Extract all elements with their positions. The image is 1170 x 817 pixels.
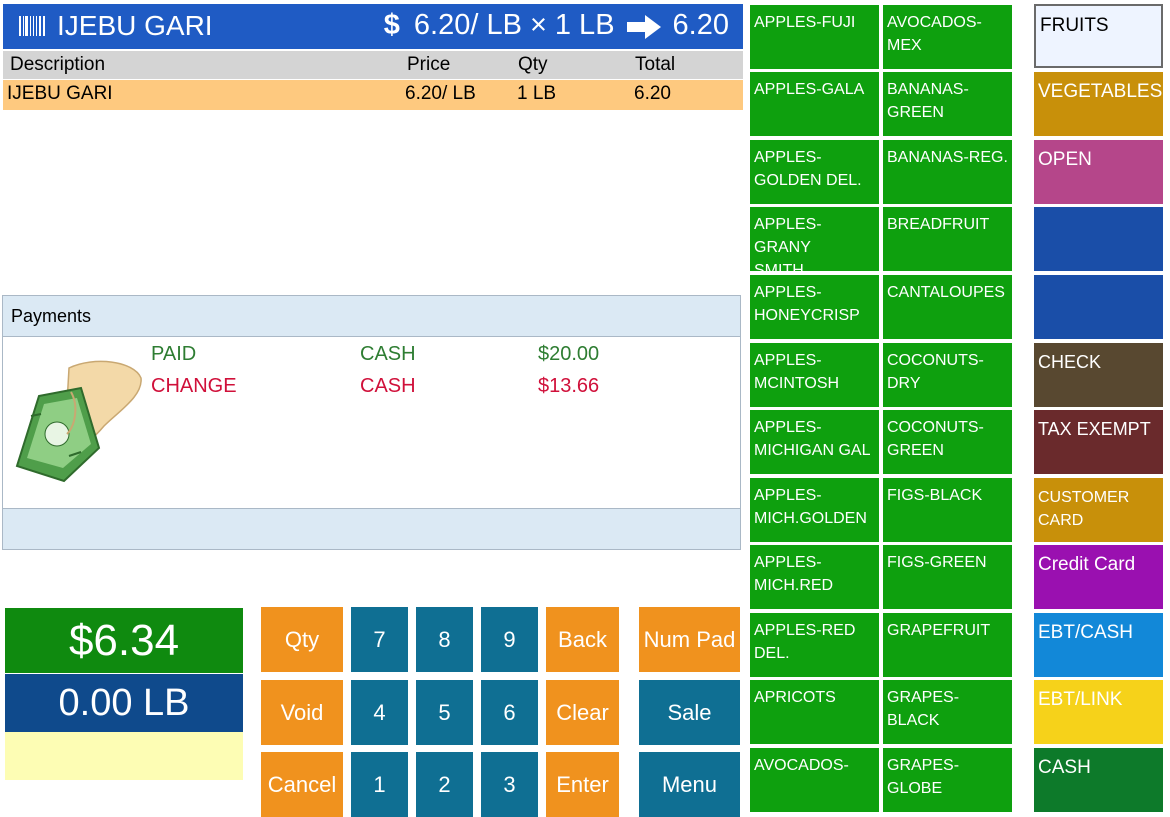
- key-2[interactable]: 2: [416, 752, 473, 817]
- ebt-link-button[interactable]: EBT/LINK: [1034, 680, 1163, 744]
- product-button[interactable]: AVOCADOS- MEX: [883, 5, 1012, 69]
- product-button[interactable]: APPLES- HONEYCRISP: [750, 275, 879, 339]
- barcode-icon: [19, 16, 45, 36]
- product-button[interactable]: GRAPES-BLACK: [883, 680, 1012, 744]
- key-6[interactable]: 6: [481, 680, 538, 745]
- product-button[interactable]: GRAPEFRUIT: [883, 613, 1012, 677]
- total-amount: $6.34: [5, 608, 243, 673]
- table-row[interactable]: IJEBU GARI 6.20/ LB 1 LB 6.20: [3, 80, 743, 110]
- product-button[interactable]: APPLES-GALA: [750, 72, 879, 136]
- payment-type: PAID: [151, 343, 197, 365]
- customer-card-button[interactable]: CUSTOMER CARD: [1034, 478, 1163, 542]
- payments-title: Payments: [11, 306, 92, 326]
- payments-panel: Payments PAID CASH $20.00 CHANGE CASH $1…: [2, 295, 741, 550]
- tax-exempt-button[interactable]: TAX EXEMPT: [1034, 410, 1163, 474]
- item-extended-price: 6.20: [672, 9, 729, 41]
- product-button[interactable]: APPLES- MICH.GOLDEN: [750, 478, 879, 542]
- category-vegetables[interactable]: VEGETABLES: [1034, 72, 1163, 136]
- unit-price: 6.20/ LB: [413, 9, 522, 41]
- key-4[interactable]: 4: [351, 680, 408, 745]
- payments-header: Payments: [3, 296, 740, 337]
- product-button[interactable]: APPLES-GRANY SMITH: [750, 207, 879, 279]
- product-button[interactable]: COCONUTS- DRY: [883, 343, 1012, 407]
- times-sign: ×: [529, 9, 547, 41]
- payment-method: CASH: [360, 343, 416, 365]
- check-button[interactable]: CHECK: [1034, 343, 1163, 407]
- sale-table-header: Description Price Qty Total: [3, 51, 743, 79]
- product-button[interactable]: COCONUTS- GREEN: [883, 410, 1012, 474]
- col-total: Total: [635, 54, 676, 75]
- payments-footer: [3, 508, 740, 549]
- current-item-name: IJEBU GARI: [57, 10, 213, 41]
- product-button[interactable]: AVOCADOS-: [750, 748, 879, 812]
- cancel-button[interactable]: Cancel: [261, 752, 343, 817]
- current-item-price-line: $ 6.20/ LB × 1 LB 6.20: [384, 9, 729, 42]
- key-5[interactable]: 5: [416, 680, 473, 745]
- cash-hand-icon: [15, 360, 142, 483]
- key-7[interactable]: 7: [351, 607, 408, 672]
- message-area: [5, 732, 243, 780]
- back-button[interactable]: Back: [546, 607, 619, 672]
- category-blank-2[interactable]: [1034, 275, 1163, 339]
- product-button[interactable]: GRAPES-GLOBE: [883, 748, 1012, 812]
- product-button[interactable]: APRICOTS: [750, 680, 879, 744]
- change-type: CHANGE: [151, 375, 237, 397]
- current-item-bar: IJEBU GARI $ 6.20/ LB × 1 LB 6.20: [3, 4, 743, 49]
- product-button[interactable]: BANANAS-REG.: [883, 140, 1012, 204]
- col-description: Description: [10, 54, 106, 75]
- product-button[interactable]: BANANAS- GREEN: [883, 72, 1012, 136]
- ebt-cash-button[interactable]: EBT/CASH: [1034, 613, 1163, 677]
- sale-button[interactable]: Sale: [639, 680, 740, 745]
- key-3[interactable]: 3: [481, 752, 538, 817]
- credit-card-button[interactable]: Credit Card: [1034, 545, 1163, 609]
- category-blank-1[interactable]: [1034, 207, 1163, 271]
- category-fruits[interactable]: FRUITS: [1034, 4, 1163, 68]
- product-button[interactable]: APPLES-FUJI: [750, 5, 879, 69]
- qty-button[interactable]: Qty: [261, 607, 343, 672]
- product-button[interactable]: CANTALOUPES: [883, 275, 1012, 339]
- arrow-right-icon: [626, 14, 661, 39]
- product-button[interactable]: APPLES- MICHIGAN GAL: [750, 410, 879, 474]
- clear-button[interactable]: Clear: [546, 680, 619, 745]
- payment-amount: $20.00: [538, 343, 600, 365]
- product-button[interactable]: FIGS-GREEN: [883, 545, 1012, 609]
- row-qty: 1 LB: [517, 83, 557, 104]
- menu-button[interactable]: Menu: [639, 752, 740, 817]
- row-price: 6.20/ LB: [405, 83, 476, 104]
- product-button[interactable]: BREADFRUIT: [883, 207, 1012, 271]
- product-button[interactable]: APPLES-RED DEL.: [750, 613, 879, 677]
- category-open[interactable]: OPEN: [1034, 140, 1163, 204]
- product-button[interactable]: FIGS-BLACK: [883, 478, 1012, 542]
- key-8[interactable]: 8: [416, 607, 473, 672]
- product-button[interactable]: APPLES- MCINTOSH: [750, 343, 879, 407]
- item-qty: 1 LB: [554, 9, 615, 41]
- row-description: IJEBU GARI: [7, 83, 113, 104]
- key-9[interactable]: 9: [481, 607, 538, 672]
- col-price: Price: [407, 54, 451, 75]
- change-method: CASH: [360, 375, 416, 397]
- col-qty: Qty: [518, 54, 548, 75]
- cash-button[interactable]: CASH: [1034, 748, 1163, 812]
- key-1[interactable]: 1: [351, 752, 408, 817]
- dollar-sign: $: [383, 9, 400, 41]
- num-pad-button[interactable]: Num Pad: [639, 607, 740, 672]
- enter-button[interactable]: Enter: [546, 752, 619, 817]
- row-total: 6.20: [634, 83, 671, 104]
- scale-weight: 0.00 LB: [5, 674, 243, 732]
- change-amount: $13.66: [538, 375, 600, 397]
- product-button[interactable]: APPLES- GOLDEN DEL.: [750, 140, 879, 204]
- void-button[interactable]: Void: [261, 680, 343, 745]
- product-button[interactable]: APPLES- MICH.RED: [750, 545, 879, 609]
